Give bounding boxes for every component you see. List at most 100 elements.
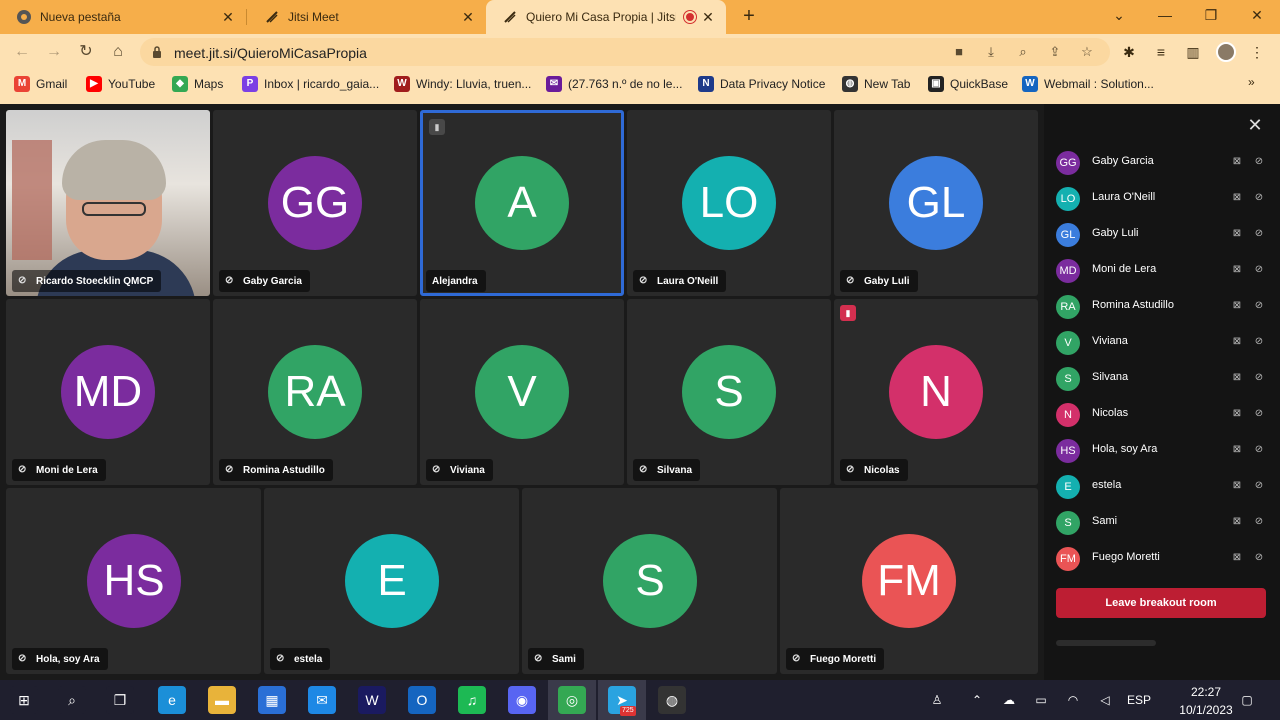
- participant-tile[interactable]: FM ⊘ Fuego Moretti: [780, 488, 1038, 674]
- tab-quiero-mi-casa-propia[interactable]: Quiero Mi Casa Propia | Jitsi ✕: [486, 0, 726, 34]
- back-button[interactable]: ←: [12, 42, 32, 62]
- volume-icon[interactable]: ◁: [1096, 690, 1114, 710]
- participant-tile[interactable]: ▮ N ⊘ Nicolas: [834, 299, 1038, 485]
- close-window-button[interactable]: ✕: [1234, 0, 1280, 30]
- participant-list-item[interactable]: HS Hola, soy Ara ⊠ ⊘: [1044, 432, 1280, 468]
- participant-list-item[interactable]: LO Laura O'Neill ⊠ ⊘: [1044, 180, 1280, 216]
- media-controls-icon[interactable]: ≡: [1152, 43, 1170, 61]
- participant-list-item[interactable]: RA Romina Astudillo ⊠ ⊘: [1044, 288, 1280, 324]
- participant-list-item[interactable]: MD Moni de Lera ⊠ ⊘: [1044, 252, 1280, 288]
- bookmark-gmail[interactable]: M Gmail: [14, 75, 67, 93]
- edge-icon[interactable]: e: [158, 686, 186, 714]
- restore-button[interactable]: ❐: [1188, 0, 1234, 30]
- bookmark-youtube[interactable]: ▶ YouTube: [86, 75, 155, 93]
- bookmark-quickbase[interactable]: ▣ QuickBase: [928, 75, 1008, 93]
- participant-list-item[interactable]: N Nicolas ⊠ ⊘: [1044, 396, 1280, 432]
- bookmark-maps[interactable]: ◆ Maps: [172, 75, 223, 93]
- participant-tile[interactable]: LO ⊘ Laura O'Neill: [627, 110, 831, 296]
- participant-tile[interactable]: ⊘ Ricardo Stoecklin QMCP: [6, 110, 210, 296]
- clock-date[interactable]: 10/1/2023: [1176, 703, 1236, 717]
- participant-avatar: RA: [268, 345, 362, 439]
- bookmarks-overflow-icon[interactable]: »: [1248, 75, 1255, 89]
- participant-avatar: S: [1056, 367, 1080, 391]
- side-panel-icon[interactable]: ▥: [1184, 43, 1202, 61]
- discord-icon[interactable]: ◉: [508, 686, 536, 714]
- zoom-icon[interactable]: ⌕: [1014, 43, 1032, 61]
- obs-icon[interactable]: ◍: [658, 686, 686, 714]
- home-button[interactable]: ⌂: [108, 42, 128, 62]
- reload-button[interactable]: ↻: [76, 42, 96, 62]
- people-icon[interactable]: ♙: [928, 690, 946, 710]
- file-explorer-icon[interactable]: ▬: [208, 686, 236, 714]
- show-hidden-icons-icon[interactable]: ⌃: [968, 690, 986, 710]
- bookmark-inbox[interactable]: P Inbox | ricardo_gaia...: [242, 75, 379, 93]
- notifications-icon[interactable]: ▢: [1238, 690, 1256, 710]
- windows-start-icon[interactable]: ⊞: [10, 686, 38, 714]
- bookmark-new-tab[interactable]: ◍ New Tab: [842, 75, 910, 93]
- connection-indicator-icon[interactable]: ▮: [429, 119, 445, 135]
- participant-list-item[interactable]: Eestela ⊠ ⊘: [1044, 468, 1280, 504]
- connection-indicator-icon[interactable]: ▮: [840, 305, 856, 321]
- participant-list-item[interactable]: FM Fuego Moretti ⊠ ⊘: [1044, 540, 1280, 576]
- install-app-icon[interactable]: ⤓: [982, 43, 1000, 61]
- minimize-button[interactable]: —: [1142, 0, 1188, 30]
- participant-tile[interactable]: E ⊘ estela: [264, 488, 519, 674]
- mail-app-icon[interactable]: ✉: [308, 686, 336, 714]
- onedrive-icon[interactable]: ☁: [1000, 690, 1018, 710]
- participant-nameplate: ⊘ Silvana: [633, 459, 701, 481]
- forward-button[interactable]: →: [44, 42, 64, 62]
- close-icon[interactable]: ✕: [220, 9, 236, 25]
- search-icon[interactable]: ⌕: [58, 686, 86, 714]
- task-view-icon[interactable]: ❐: [106, 686, 134, 714]
- participant-list-item[interactable]: V Viviana ⊠ ⊘: [1044, 324, 1280, 360]
- close-icon[interactable]: ✕: [1246, 116, 1264, 134]
- webex-icon[interactable]: W: [358, 686, 386, 714]
- battery-icon[interactable]: ▭: [1032, 690, 1050, 710]
- bookmark-windy[interactable]: W Windy: Lluvia, truen...: [394, 75, 531, 93]
- close-icon[interactable]: ✕: [700, 9, 716, 25]
- participant-tile[interactable]: RA ⊘ Romina Astudillo: [213, 299, 417, 485]
- tab-search-icon[interactable]: ⌄: [1096, 0, 1142, 30]
- spotify-icon[interactable]: ♫: [458, 686, 486, 714]
- bookmark-data-privacy[interactable]: N Data Privacy Notice: [698, 75, 825, 93]
- new-tab-button[interactable]: +: [738, 6, 760, 28]
- participant-tile[interactable]: GG ⊘ Gaby Garcia: [213, 110, 417, 296]
- tab-title: Quiero Mi Casa Propia | Jitsi: [526, 10, 676, 24]
- url-text[interactable]: meet.jit.si/QuieroMiCasaPropia: [174, 45, 367, 61]
- share-icon[interactable]: ⇪: [1046, 43, 1064, 61]
- clock-time[interactable]: 22:27: [1176, 685, 1236, 699]
- tab-nueva-pestana[interactable]: Nueva pestaña ✕: [0, 0, 246, 34]
- bookmark-mail[interactable]: ✉ (27.763 n.º de no le...: [546, 75, 682, 93]
- participant-tile[interactable]: GL ⊘ Gaby Luli: [834, 110, 1038, 296]
- participant-tile[interactable]: MD ⊘ Moni de Lera: [6, 299, 210, 485]
- extensions-icon[interactable]: ✱: [1120, 43, 1138, 61]
- participant-list-item[interactable]: GG Gaby Garcia ⊠ ⊘: [1044, 144, 1280, 180]
- close-icon[interactable]: ✕: [460, 9, 476, 25]
- participant-list-item[interactable]: S Silvana ⊠ ⊘: [1044, 360, 1280, 396]
- participant-avatar: E: [345, 534, 439, 628]
- menu-icon[interactable]: ⋮: [1248, 43, 1266, 61]
- camera-in-use-icon[interactable]: ■: [950, 43, 968, 61]
- participant-list-item[interactable]: S Sami ⊠ ⊘: [1044, 504, 1280, 540]
- profile-avatar[interactable]: [1216, 42, 1236, 62]
- participant-tile[interactable]: S ⊘ Sami: [522, 488, 777, 674]
- participant-video: [6, 110, 210, 296]
- participant-tile[interactable]: V ⊘ Viviana: [420, 299, 624, 485]
- participant-list-item[interactable]: GL Gaby Luli ⊠ ⊘: [1044, 216, 1280, 252]
- participant-tile[interactable]: HS ⊘ Hola, soy Ara: [6, 488, 261, 674]
- bookmark-webmail[interactable]: W Webmail : Solution...: [1022, 75, 1154, 93]
- address-bar[interactable]: meet.jit.si/QuieroMiCasaPropia ■ ⤓ ⌕ ⇪ ☆: [140, 38, 1110, 66]
- panel-scroll-indicator[interactable]: [1056, 640, 1156, 646]
- chrome-icon[interactable]: ◎: [558, 686, 586, 714]
- tab-jitsi-meet[interactable]: Jitsi Meet ✕: [248, 0, 486, 34]
- lock-icon[interactable]: [152, 45, 162, 58]
- participant-tile-dominant-speaker[interactable]: ▮ A Alejandra: [420, 110, 624, 296]
- participant-tile[interactable]: S ⊘ Silvana: [627, 299, 831, 485]
- bookmark-star-icon[interactable]: ☆: [1078, 43, 1096, 61]
- mic-muted-icon: ⊘: [1254, 228, 1264, 239]
- language-indicator[interactable]: ESP: [1124, 690, 1154, 710]
- leave-breakout-room-button[interactable]: Leave breakout room: [1056, 588, 1266, 618]
- wifi-icon[interactable]: ◠: [1064, 690, 1082, 710]
- store-icon[interactable]: ▦: [258, 686, 286, 714]
- outlook-icon[interactable]: O: [408, 686, 436, 714]
